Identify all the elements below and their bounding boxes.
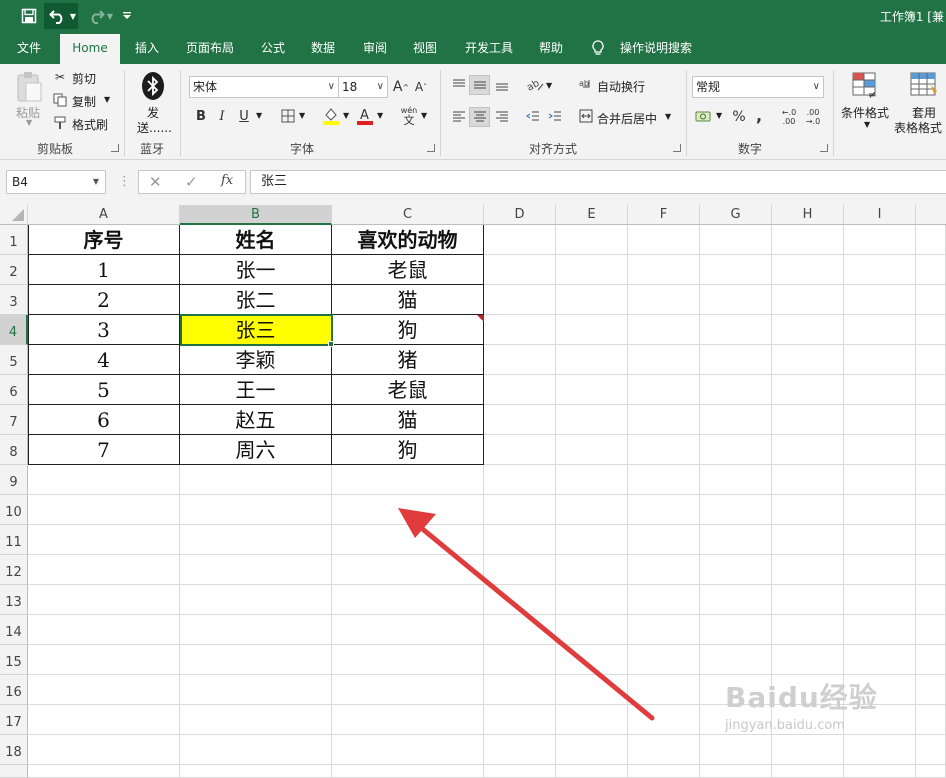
- watermark-brand: Baidu经验: [725, 681, 878, 714]
- baidu-watermark: Baidu经验 jingyan.baidu.com: [725, 676, 878, 733]
- watermark-url: jingyan.baidu.com: [725, 718, 845, 733]
- arrow-annotation: [398, 508, 655, 721]
